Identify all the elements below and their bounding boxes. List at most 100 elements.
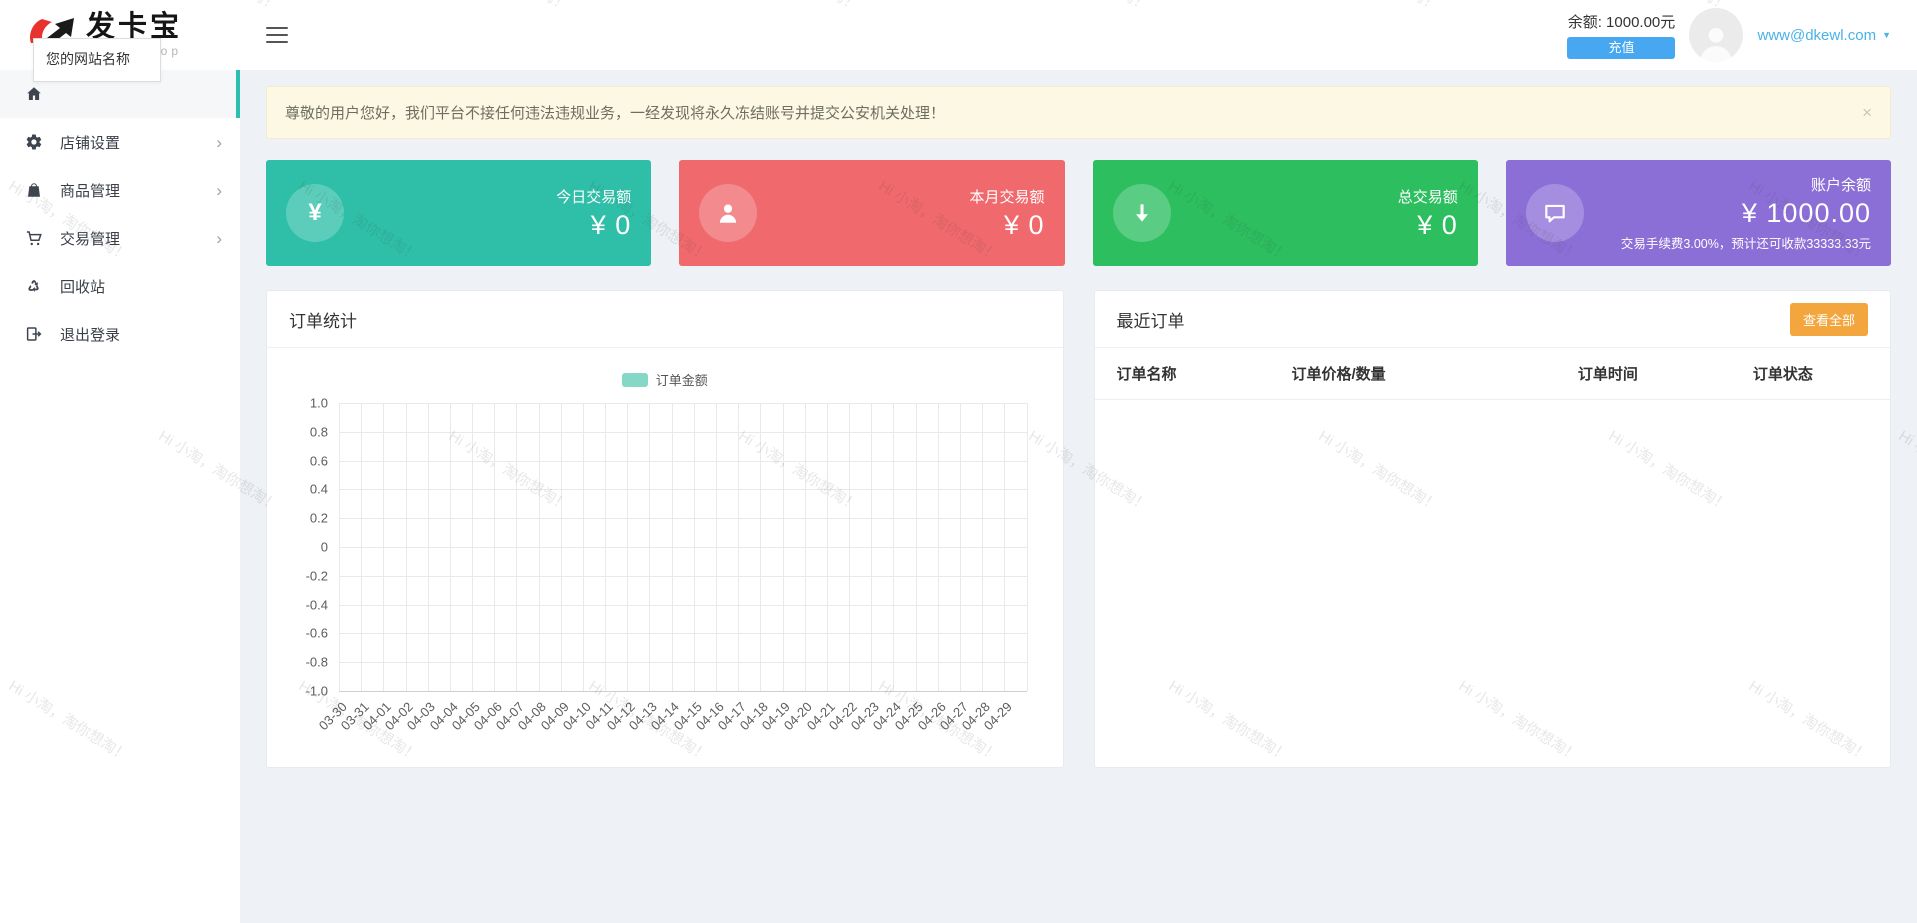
y-axis-tick-label: -1.0 [306,684,328,699]
chart-gridline-v [938,403,939,691]
chart-plot: 1.00.80.60.40.20-0.2-0.4-0.6-0.8-1.003-3… [339,403,1027,691]
recent-orders-header: 最近订单 查看全部 [1095,291,1891,348]
chart-gridline-v [760,403,761,691]
stat-card-content: 账户余额¥ 1000.00交易手续费3.00%，预计还可收款33333.33元 [1621,174,1871,252]
chart-gridline-h [339,547,1027,548]
y-axis-tick-label: 0.8 [310,424,328,439]
view-all-button[interactable]: 查看全部 [1790,303,1868,336]
menu-toggle-icon[interactable] [266,27,288,43]
stat-card-value: ¥ 1000.00 [1621,198,1871,229]
stat-card-账户余额: 账户余额¥ 1000.00交易手续费3.00%，预计还可收款33333.33元 [1506,160,1891,266]
chart-gridline-v [361,403,362,691]
sidebar-item-商品管理[interactable]: 商品管理 › [0,166,240,214]
chevron-right-icon: › [216,182,222,199]
chart-gridline-v [694,403,695,691]
chart-gridline-v [472,403,473,691]
recharge-button[interactable]: 充值 [1567,37,1675,59]
orders-column-header: 订单名称 [1095,348,1270,400]
arrow-down-icon [1113,184,1171,242]
user-icon [699,184,757,242]
chart-gridline-v [406,403,407,691]
chart-gridline-v [849,403,850,691]
chart-gridline-v [428,403,429,691]
chart-gridline-h [339,432,1027,433]
chart-gridline-h [339,691,1027,692]
site-name-tooltip: 您的网站名称 [33,38,161,82]
chat-icon [1526,184,1584,242]
avatar[interactable] [1689,8,1743,62]
chart-gridline-v [916,403,917,691]
legend-label: 订单金额 [656,370,708,389]
chevron-right-icon: › [216,230,222,247]
chart-gridline-h [339,576,1027,577]
chevron-right-icon: › [216,134,222,151]
order-stats-title: 订单统计 [289,307,357,332]
orders-column-header: 订单价格/数量 [1270,348,1556,400]
chart-gridline-v [960,403,961,691]
y-axis-tick-label: -0.2 [306,568,328,583]
avatar-person-icon [1696,22,1736,62]
balance-block: 余额: 1000.00元 充值 [1567,11,1675,59]
logout-icon [24,324,44,344]
recent-orders-title: 最近订单 [1117,307,1185,332]
chart-gridline-v [1027,403,1028,691]
stat-card-note: 交易手续费3.00%，预计还可收款33333.33元 [1621,233,1871,252]
notice-banner: 尊敬的用户您好，我们平台不接任何违法违规业务，一经发现将永久冻结账号并提交公安机… [266,86,1891,139]
chart-gridline-v [672,403,673,691]
chart-gridline-v [1004,403,1005,691]
y-axis-tick-label: 0 [321,540,328,555]
y-axis-tick-label: 0.6 [310,453,328,468]
sidebar-item-label: 回收站 [60,276,105,297]
sidebar-item-退出登录[interactable]: 退出登录 [0,310,240,358]
topbar: 余额: 1000.00元 充值 www@dkewl.com ▼ [240,0,1917,70]
chart-gridline-h [339,518,1027,519]
panels-row: 订单统计 订单金额 1.00.80.60.40.20-0.2-0.4-0.6-0… [266,290,1891,768]
stat-card-label: 今日交易额 [556,186,631,207]
stat-card-总交易额: 总交易额¥ 0 [1093,160,1478,266]
orders-column-header: 订单时间 [1556,348,1731,400]
sidebar-item-label: 商品管理 [60,180,120,201]
bag-icon [24,180,44,200]
account-dropdown[interactable]: www@dkewl.com ▼ [1757,27,1891,44]
chart-gridline-h [339,605,1027,606]
sidebar: 发卡宝 o.top 店铺设置›商品管理›交易管理›回收站退出登录 您的网站名称 [0,0,240,923]
chart-gridline-v [783,403,784,691]
chart-gridline-v [605,403,606,691]
stat-cards: ¥今日交易额¥ 0本月交易额¥ 0总交易额¥ 0账户余额¥ 1000.00交易手… [266,160,1891,266]
topbar-right: 余额: 1000.00元 充值 www@dkewl.com ▼ [1567,8,1891,62]
chart-gridline-v [539,403,540,691]
sidebar-item-交易管理[interactable]: 交易管理› [0,214,240,262]
chart-legend: 订单金额 [287,370,1043,389]
chart-gridline-v [871,403,872,691]
stat-card-本月交易额: 本月交易额¥ 0 [679,160,1064,266]
chart-gridline-v [649,403,650,691]
sidebar-menu: 店铺设置›商品管理›交易管理›回收站退出登录 [0,70,240,358]
chart-gridline-v [383,403,384,691]
chart-gridline-v [339,403,340,691]
stat-card-content: 总交易额¥ 0 [1398,186,1458,241]
stat-card-value: ¥ 0 [556,210,631,241]
chart-gridline-v [583,403,584,691]
chart-gridline-v [494,403,495,691]
notice-text: 尊敬的用户您好，我们平台不接任何违法违规业务，一经发现将永久冻结账号并提交公安机… [285,102,945,123]
chart-gridline-v [827,403,828,691]
yen-icon: ¥ [286,184,344,242]
gear-icon [24,132,44,152]
stat-card-value: ¥ 0 [1398,210,1458,241]
sidebar-item-店铺设置[interactable]: 店铺设置› [0,118,240,166]
y-axis-tick-label: 0.4 [310,482,328,497]
chart-gridline-v [805,403,806,691]
chart-gridline-h [339,403,1027,404]
dashboard-page: 发卡宝 o.top 店铺设置›商品管理›交易管理›回收站退出登录 您的网站名称 … [0,0,1917,923]
balance-label: 余额: 1000.00元 [1568,11,1676,32]
y-axis-tick-label: 1.0 [310,396,328,411]
recent-orders-table: 订单名称订单价格/数量订单时间订单状态 [1095,348,1891,400]
stat-card-label: 本月交易额 [969,186,1044,207]
chart-gridline-h [339,662,1027,663]
close-icon[interactable]: × [1862,104,1872,121]
y-axis-tick-label: -0.6 [306,626,328,641]
sidebar-item-回收站[interactable]: 回收站 [0,262,240,310]
chart-gridline-v [982,403,983,691]
chart-gridline-v [716,403,717,691]
chart-gridline-v [738,403,739,691]
